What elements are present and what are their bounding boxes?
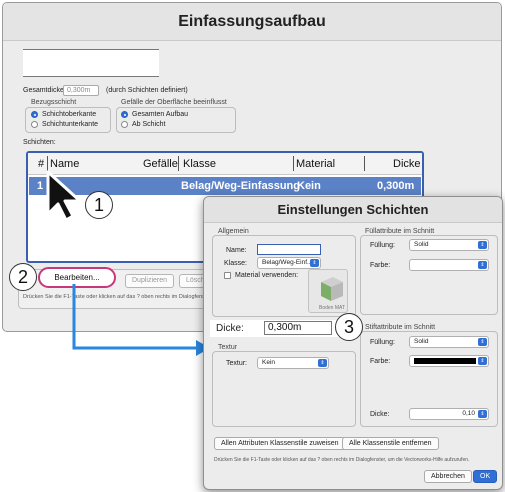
chevron-down-icon: ⇕ [478,261,487,269]
col-material[interactable]: Material [296,158,335,170]
row-material: Kein [297,180,321,192]
column-divider [178,156,179,171]
general-label: Allgemein [218,228,249,235]
callout-2: 2 [9,263,37,291]
ok-button[interactable]: OK [473,470,498,483]
col-number[interactable]: # [38,158,44,170]
row-class: Belag/Weg-Einfassung [181,180,300,192]
layers-label: Schichten: [23,139,56,146]
fill-attributes-label: Füllattribute im Schnitt [365,228,435,235]
pen-color-select[interactable]: ⇕ [409,355,489,367]
cancel-button[interactable]: Abbrechen [424,470,472,483]
chevron-down-icon: ⇕ [478,241,487,249]
fill-select[interactable]: Solid ⇕ [409,239,489,251]
total-thickness-label: Gesamtdicke: [23,87,66,94]
col-class[interactable]: Klasse [183,158,216,170]
mouse-cursor-icon [46,170,82,222]
radio-from-layer-label: Ab Schicht [132,121,166,128]
column-divider [293,156,294,171]
thickness-input[interactable]: 0,300m [264,321,332,335]
assign-class-styles-button[interactable]: Allen Attributen Klassenstile zuweisen [214,437,346,450]
pen-color-label: Farbe: [370,358,391,365]
settings-dialog: Einstellungen Schichten Allgemein Name: … [203,196,503,490]
name-label: Name: [226,247,247,254]
main-dialog-title: Einfassungsaufbau [3,3,501,41]
use-material-label: Material verwenden: [235,272,299,279]
radio-whole-build[interactable] [121,111,128,118]
chevron-down-icon: ⇕ [478,410,487,418]
class-select[interactable]: Belag/Weg-Einf... ⇕ [257,257,321,269]
callout-3: 3 [335,313,363,341]
class-label: Klasse: [224,260,247,267]
pen-thickness-value: 0,10 [462,410,475,417]
layers-table-header: # Name Gefälle Klasse Material Dicke [28,153,422,175]
chevron-down-icon: ⇕ [310,259,319,267]
class-select-value: Belag/Weg-Einf... [262,259,313,266]
column-divider [364,156,365,171]
use-material-checkbox[interactable] [224,272,231,279]
chevron-down-icon: ⇕ [478,357,487,365]
radio-bottom-edge[interactable] [31,121,38,128]
chevron-down-icon: ⇕ [318,359,327,367]
name-input[interactable] [257,244,321,255]
texture-select-value: Kein [262,359,276,366]
texture-label: Textur: [226,360,248,367]
radio-from-layer[interactable] [121,121,128,128]
table-row[interactable]: 1 Belag/Weg-Einfassung Kein 0,300m [29,177,421,195]
radio-whole-build-label: Gesamten Aufbau [132,111,189,118]
fill-label: Füllung: [370,242,395,249]
row-number: 1 [37,180,44,192]
fill-color-label: Farbe: [370,262,391,269]
column-divider [47,156,48,171]
fill-select-value: Solid [414,241,429,248]
slope-influence-label: Gefälle der Oberfläche beeinflusst [121,99,227,106]
col-thickness[interactable]: Dicke [393,158,421,170]
texture-group-label: Textur [218,344,238,351]
radio-bottom-edge-label: Schichtunterkante [42,121,99,128]
pen-fill-select[interactable]: Solid ⇕ [409,336,489,348]
pen-thickness-select[interactable]: 0,10 ⇕ [409,408,489,420]
thickness-label: Dicke: [216,323,244,334]
material-preview[interactable]: Boden MAT [308,269,348,313]
pen-thickness-label: Dicke: [370,411,390,418]
material-preview-caption: Boden MAT [319,305,346,311]
color-swatch [414,358,476,364]
total-thickness-note: (durch Schichten definiert) [106,87,188,94]
radio-top-edge[interactable] [31,111,38,118]
col-name[interactable]: Name [50,158,79,170]
pen-fill-label: Füllung: [370,339,395,346]
fill-color-select[interactable]: ⇕ [409,259,489,271]
callout-1: 1 [85,191,113,219]
col-slope[interactable]: Gefälle [143,158,178,170]
texture-select[interactable]: Kein ⇕ [257,357,329,369]
pen-attributes-label: Stiftattribute im Schnitt [365,324,436,331]
row-thickness: 0,300m [377,180,415,192]
chevron-down-icon: ⇕ [478,338,487,346]
flow-arrow-icon [72,284,210,356]
total-thickness-field: 0,300m [63,85,99,96]
layer-preview [23,49,159,77]
settings-dialog-title: Einstellungen Schichten [204,197,502,223]
remove-class-styles-button[interactable]: Alle Klassenstile entfernen [342,437,439,450]
radio-top-edge-label: Schichtoberkante [42,111,97,118]
settings-hint-text: Drücken Sie die F1-Taste oder klicken au… [214,457,470,463]
reference-layer-label: Bezugsschicht [31,99,77,106]
pen-fill-select-value: Solid [414,338,429,345]
